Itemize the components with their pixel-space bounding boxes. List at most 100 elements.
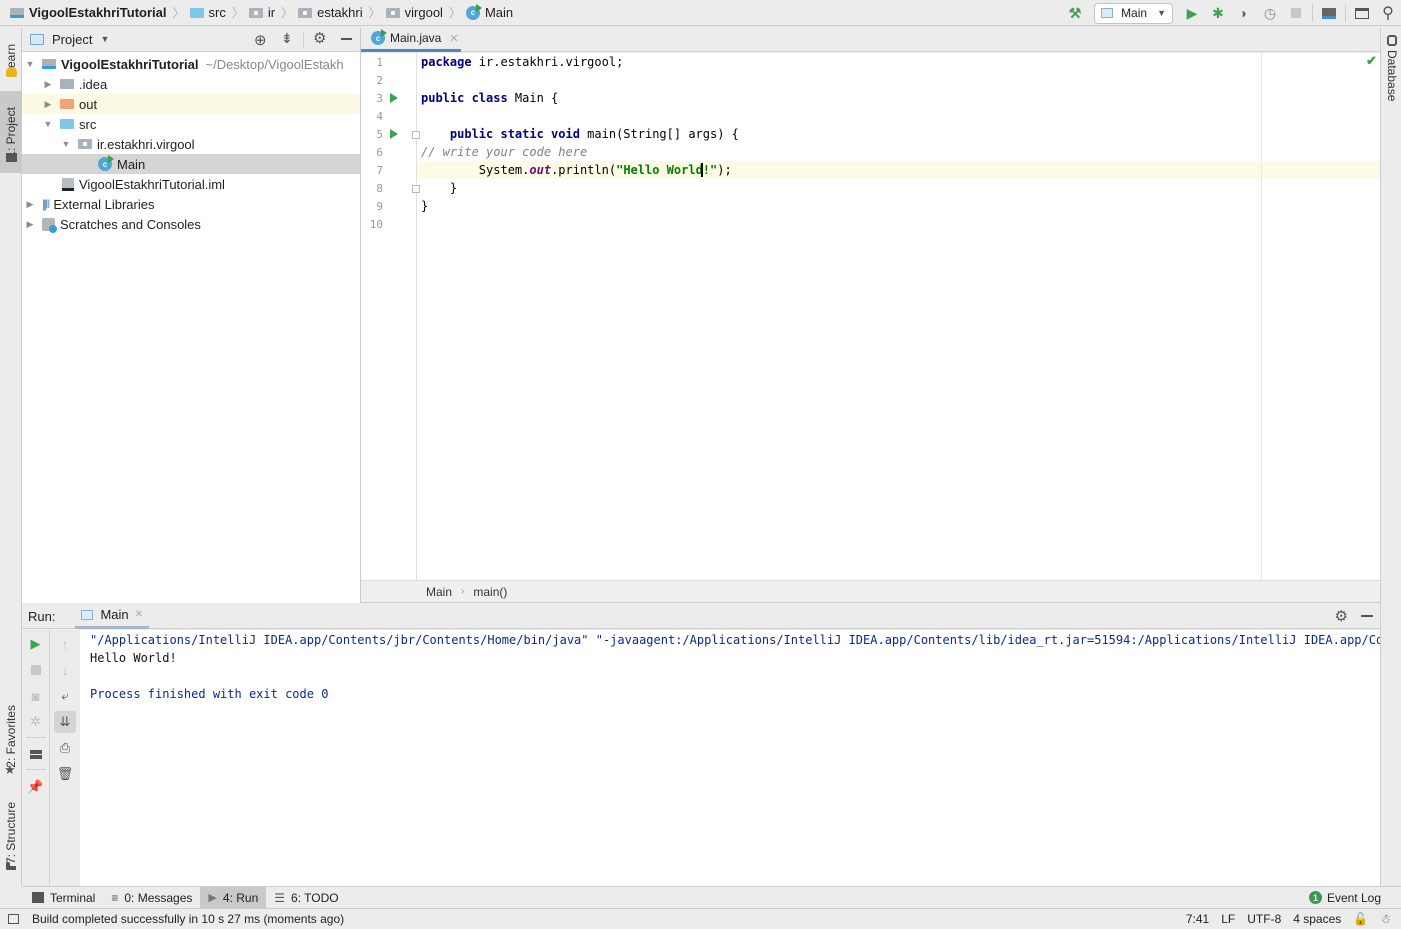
run-with-coverage-icon[interactable]: ◗ [1231, 0, 1257, 26]
editor-tab-main-java[interactable]: c Main.java ✕ [361, 27, 461, 52]
down-arrow-icon[interactable]: ↓ [50, 659, 80, 681]
restore-layout-icon[interactable]: ✲ [22, 711, 49, 733]
tool-tab-database[interactable]: Database [1383, 35, 1401, 101]
header-divider [303, 32, 304, 48]
breadcrumb-src[interactable]: 〉 src [166, 0, 225, 26]
run-config-select[interactable]: Main ▼ [1094, 2, 1173, 24]
breadcrumb-estakhri[interactable]: 〉 estakhri [275, 0, 363, 26]
tree-item-project-root[interactable]: ▼ VigoolEstakhriTutorial ~/Desktop/Vigoo… [22, 54, 360, 74]
text-caret [701, 163, 703, 177]
fold-marker-icon[interactable] [412, 185, 420, 193]
dump-threads-camera-icon[interactable]: ◙ [22, 685, 49, 707]
tree-item-label: Scratches and Consoles [60, 216, 201, 232]
status-message[interactable]: Build completed successfully in 10 s 27 … [32, 912, 344, 926]
editor-breadcrumb-class[interactable]: Main [426, 585, 452, 599]
editor-breadcrumb: Main › main() [361, 580, 1380, 603]
run-console[interactable]: "/Applications/IntelliJ IDEA.app/Content… [80, 630, 1380, 886]
project-view-select[interactable]: Project [52, 32, 92, 47]
gutter-run-main-icon[interactable] [390, 129, 398, 139]
expand-arrow-icon[interactable]: ▶ [40, 79, 56, 90]
tool-tab-terminal[interactable]: Terminal [24, 887, 103, 909]
tree-item-idea[interactable]: ▶ .idea [22, 74, 360, 94]
tree-item-src[interactable]: ▼ src [22, 114, 360, 134]
tool-tab-messages[interactable]: ≡ 0: Messages [103, 887, 200, 909]
line-number: 9 [376, 200, 383, 213]
pin-icon[interactable]: 📌 [22, 776, 49, 798]
tool-tab-run[interactable]: ▶ 4: Run [200, 886, 267, 909]
package-icon [248, 7, 263, 18]
close-icon[interactable]: ✕ [449, 32, 458, 45]
breadcrumb-project[interactable]: VigoolEstakhriTutorial [0, 0, 166, 26]
editor-breadcrumb-method[interactable]: main() [473, 585, 507, 599]
minimize-icon[interactable] [341, 38, 352, 40]
expand-arrow-icon[interactable]: ▶ [40, 99, 56, 110]
tree-item-external-libraries[interactable]: ▶ |||‖ External Libraries [22, 194, 360, 214]
line-number: 8 [376, 182, 383, 195]
layout-icon[interactable] [22, 743, 49, 765]
gear-icon[interactable]: ⚙ [313, 29, 326, 47]
run-toolbar-secondary: ↑ ↓ ⤶ ⇊ ⎙ 🗑 [50, 630, 80, 886]
tool-tab-event-log[interactable]: 1 Event Log [1301, 887, 1389, 909]
expand-arrow-icon[interactable]: ▶ [22, 199, 38, 210]
config-icon [1101, 8, 1114, 18]
expand-arrow-icon[interactable]: ▼ [58, 139, 74, 149]
collapse-all-icon[interactable]: ⇟ [281, 30, 293, 47]
minimize-icon[interactable] [1361, 615, 1373, 617]
breadcrumb-ir[interactable]: 〉 ir [226, 0, 275, 26]
up-arrow-icon[interactable]: ↑ [50, 633, 80, 655]
line-separator[interactable]: LF [1221, 912, 1235, 926]
caret-position[interactable]: 7:41 [1186, 912, 1209, 926]
tool-tab-learn[interactable]: Learn [0, 29, 22, 89]
code-editor[interactable]: 1 2 3 4 5 6 7 8 9 10 ✔ package ir.estakh… [361, 53, 1380, 580]
hector-inspector-icon[interactable]: ☃ [1380, 912, 1391, 926]
chevron-down-icon[interactable]: ▼ [100, 34, 109, 44]
print-icon[interactable]: ⎙ [50, 737, 80, 759]
stop-icon[interactable] [1283, 0, 1309, 26]
excluded-folder-icon [60, 99, 74, 109]
build-hammer-icon[interactable]: ⚒ [1062, 0, 1088, 26]
toggle-tool-windows-icon[interactable] [8, 914, 19, 924]
expand-arrow-icon[interactable]: ▼ [22, 59, 38, 69]
expand-arrow-icon[interactable]: ▼ [40, 119, 56, 129]
tree-item-main[interactable]: c Main [22, 154, 360, 174]
search-icon[interactable]: ⚲ [1375, 0, 1401, 26]
gutter-run-class-icon[interactable] [390, 93, 398, 103]
debug-bug-icon[interactable]: ✱ [1205, 0, 1231, 26]
expand-arrow-icon[interactable]: ▶ [22, 219, 38, 230]
project-folder-icon [10, 7, 24, 18]
breadcrumb-virgool[interactable]: 〉 virgool [363, 0, 443, 26]
tool-tab-label: 4: Run [222, 890, 259, 905]
star-icon: ★ [4, 762, 16, 777]
project-structure-icon[interactable] [1316, 0, 1342, 26]
trash-icon[interactable]: 🗑 [50, 763, 80, 785]
gear-icon[interactable]: ⚙ [1335, 607, 1348, 625]
console-line-command: "/Applications/IntelliJ IDEA.app/Content… [90, 633, 1380, 647]
terminal-window-icon[interactable] [1349, 0, 1375, 26]
close-icon[interactable]: ✕ [135, 609, 143, 620]
scroll-to-end-icon[interactable]: ⇊ [54, 711, 76, 733]
tree-item-out[interactable]: ▶ out [22, 94, 360, 114]
file-encoding[interactable]: UTF-8 [1247, 912, 1281, 926]
breadcrumb-label: virgool [404, 5, 443, 20]
indent-setting[interactable]: 4 spaces [1293, 912, 1341, 926]
tree-item-package[interactable]: ▼ ir.estakhri.virgool [22, 134, 360, 154]
scratches-icon [42, 217, 57, 233]
stop-icon[interactable] [22, 659, 49, 681]
profile-icon[interactable]: ◷ [1257, 0, 1283, 26]
tree-item-scratches[interactable]: ▶ Scratches and Consoles [22, 214, 360, 234]
locate-file-icon[interactable]: ⊕ [254, 31, 267, 49]
tool-tab-label: 0: Messages [124, 890, 193, 905]
breadcrumb-main[interactable]: 〉 c Main [443, 0, 513, 26]
tree-item-label: VigoolEstakhriTutorial [61, 56, 199, 72]
folder-icon [60, 79, 74, 89]
run-icon[interactable]: ▶ [1179, 0, 1205, 26]
line-number: 5 [376, 128, 383, 141]
fold-marker-icon[interactable] [412, 131, 420, 139]
tree-item-iml[interactable]: VigoolEstakhriTutorial.iml [22, 174, 360, 194]
tool-tab-todo[interactable]: ☰ 6: TODO [266, 887, 346, 909]
lock-open-icon[interactable]: 🔓 [1353, 912, 1368, 926]
run-tab-main[interactable]: Main ✕ [75, 604, 150, 629]
soft-wrap-icon[interactable]: ⤶ [50, 685, 80, 707]
rerun-icon[interactable]: ▶ [22, 633, 49, 655]
inspection-ok-icon[interactable]: ✔ [1366, 53, 1377, 69]
